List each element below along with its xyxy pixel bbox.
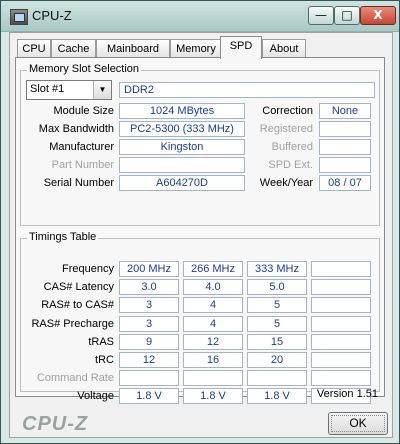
- correction-field: None: [319, 103, 371, 119]
- slot-select-value: Slot #1: [30, 83, 65, 95]
- tab-memory[interactable]: Memory: [170, 39, 222, 58]
- timing-value-field: 266 MHz: [183, 261, 243, 277]
- serial-number-label: Serial Number: [43, 177, 114, 189]
- part-number-label: Part Number: [51, 159, 114, 171]
- buffered-field: [319, 139, 371, 155]
- dropdown-arrow-icon[interactable]: ▼: [93, 81, 111, 99]
- timing-row-label: CAS# Latency: [43, 281, 114, 294]
- tab-mainboard[interactable]: Mainboard: [96, 39, 170, 58]
- tab-cache[interactable]: Cache: [51, 39, 96, 58]
- timing-row-label: RAS# to CAS#: [41, 299, 114, 312]
- tab-spd[interactable]: SPD: [220, 36, 262, 59]
- spd-ext-label: SPD Ext.: [268, 159, 313, 171]
- close-button[interactable]: X: [360, 6, 396, 25]
- module-size-field: 1024 MBytes: [119, 103, 245, 119]
- timing-value-field: 1.8 V: [247, 388, 307, 405]
- version-label: Version 1.51: [316, 388, 378, 400]
- window-title: CPU-Z: [32, 8, 72, 23]
- timing-value-field: 20: [247, 352, 307, 368]
- timing-value-field: 3.0: [119, 279, 179, 296]
- timing-row-label: tRAS: [88, 335, 114, 348]
- timings-group-label: Timings Table: [27, 231, 99, 243]
- timing-value-field: 9: [119, 333, 179, 350]
- slot-select[interactable]: Slot #1 ▼: [26, 80, 112, 100]
- timings-group: Timings Table Frequency 200 MHz 266 MHz 333…: [20, 231, 380, 405]
- spd-ext-field: [319, 157, 371, 173]
- tab-about[interactable]: About: [262, 39, 306, 58]
- registered-label: Registered: [259, 123, 313, 135]
- cpuz-logo-text: CPU-Z: [22, 413, 89, 435]
- max-bandwidth-label: Max Bandwidth: [38, 123, 114, 135]
- timing-value-field: 3: [119, 315, 179, 332]
- module-size-label: Module Size: [53, 105, 114, 117]
- timing-row-label: Command Rate: [36, 372, 114, 385]
- manufacturer-field: Kingston: [119, 139, 245, 155]
- timing-value-field: [311, 297, 371, 314]
- timing-value-field: [311, 333, 371, 350]
- spd-panel: Memory Slot Selection Slot #1 ▼ DDR2 Mod…: [15, 57, 385, 405]
- timing-value-field: 5: [247, 315, 307, 332]
- timing-value-field: 1.8 V: [119, 388, 179, 405]
- timing-value-field: 12: [183, 333, 243, 350]
- minimize-button[interactable]: —: [308, 6, 334, 25]
- timing-value-field: 5.0: [247, 279, 307, 296]
- timing-value-field: 1.8 V: [183, 388, 243, 405]
- memory-type-field: DDR2: [119, 82, 375, 98]
- timing-value-field: [311, 315, 371, 332]
- timing-value-field: [311, 279, 371, 296]
- timing-value-field: [183, 370, 243, 387]
- cpuz-window: CPU-Z — □ X CPU Cache Mainboard Memory S…: [0, 0, 400, 444]
- tab-cpu[interactable]: CPU: [17, 39, 51, 58]
- timing-value-field: 4: [183, 297, 243, 314]
- timing-value-field: 333 MHz: [247, 261, 307, 277]
- timing-value-field: [247, 370, 307, 387]
- timing-value-field: [311, 370, 371, 387]
- week-year-label: Week/Year: [259, 177, 313, 189]
- manufacturer-label: Manufacturer: [49, 141, 114, 153]
- timing-value-field: 16: [183, 352, 243, 368]
- timing-value-field: 15: [247, 333, 307, 350]
- timing-value-field: [119, 370, 179, 387]
- maximize-button[interactable]: □: [334, 6, 360, 25]
- buffered-label: Buffered: [271, 141, 313, 153]
- memory-slot-group: Memory Slot Selection Slot #1 ▼ DDR2 Mod…: [20, 63, 380, 226]
- timing-value-field: 200 MHz: [119, 261, 179, 277]
- timing-row-label: tRC: [95, 354, 114, 366]
- memory-slot-group-label: Memory Slot Selection: [27, 63, 142, 75]
- timing-value-field: 4.0: [183, 279, 243, 296]
- title-bar[interactable]: CPU-Z — □ X: [1, 1, 399, 32]
- timing-row-label: Voltage: [77, 390, 114, 403]
- timing-value-field: [311, 261, 371, 277]
- correction-label: Correction: [262, 105, 313, 117]
- registered-field: [319, 121, 371, 137]
- timing-row-label: Frequency: [62, 263, 114, 275]
- part-number-field: [119, 157, 245, 173]
- max-bandwidth-field: PC2-5300 (333 MHz): [119, 121, 245, 137]
- timing-value-field: 12: [119, 352, 179, 368]
- cpuz-app-icon: [10, 9, 28, 25]
- timing-value-field: [311, 352, 371, 368]
- timing-value-field: 3: [119, 297, 179, 314]
- timing-row-label: RAS# Precharge: [31, 317, 114, 330]
- ok-button[interactable]: OK: [328, 412, 388, 435]
- timing-value-field: 5: [247, 297, 307, 314]
- serial-number-field: A604270D: [119, 175, 245, 191]
- week-year-field: 08 / 07: [319, 175, 371, 191]
- client-area: CPU Cache Mainboard Memory SPD About Mem…: [9, 32, 393, 438]
- timing-value-field: 4: [183, 315, 243, 332]
